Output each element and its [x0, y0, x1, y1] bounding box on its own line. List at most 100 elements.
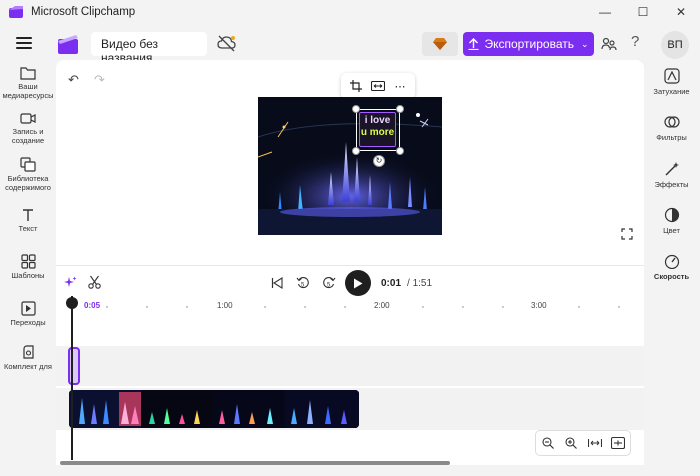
text-icon [23, 209, 33, 221]
close-button[interactable]: ✕ [662, 0, 700, 24]
more-options-icon[interactable]: ⋯ [391, 77, 409, 95]
zoom-controls [535, 430, 631, 456]
chevron-down-icon: ⌄ [581, 38, 589, 49]
right-sidebar: Затухание Фильтры Эффекты Цвет Скорость [643, 60, 700, 300]
timeline-ruler[interactable]: 1:00 2:00 3:00 [56, 298, 644, 314]
window-controls: — ☐ ✕ [586, 0, 700, 24]
sidebar-label-templates: Шаблоны [11, 271, 45, 280]
timeline-view-icon[interactable] [609, 434, 627, 452]
magic-wand-icon [665, 162, 679, 176]
menu-icon[interactable] [16, 37, 32, 49]
window-title: Microsoft Clipchamp [31, 6, 136, 18]
scissors-icon[interactable] [88, 275, 101, 294]
diamond-icon [433, 38, 447, 50]
ruler-tick [422, 306, 424, 308]
ruler-tick [462, 306, 464, 308]
ruler-label-3-00: 3:00 [531, 301, 547, 310]
undo-icon[interactable]: ↶ [68, 72, 79, 88]
upload-icon [468, 38, 479, 50]
title-bar: Microsoft Clipchamp — ☐ ✕ [0, 0, 700, 24]
properties-label-filters: Фильтры [656, 133, 687, 142]
folder-icon [20, 67, 36, 80]
properties-item-filters[interactable]: Фильтры [643, 114, 700, 142]
premium-button[interactable] [422, 32, 458, 56]
video-preview[interactable]: i love u more ↻ [258, 97, 442, 235]
total-time: / 1:51 [407, 277, 433, 289]
sidebar-label-text: Текст [18, 224, 38, 233]
fade-icon [663, 68, 680, 84]
crop-icon[interactable] [347, 77, 365, 95]
sidebar-label-brand-kit: Комплект для [3, 362, 52, 371]
sidebar-item-brand-kit[interactable]: Комплект для [0, 345, 56, 372]
user-avatar[interactable]: ВП [661, 31, 689, 59]
preview-canvas: ↶ ↷ ⋯ i love u more ↻ [56, 60, 644, 265]
properties-item-effects[interactable]: Эффекты [643, 161, 700, 189]
overlay-line-1: i love [364, 115, 391, 126]
fullscreen-icon[interactable] [621, 227, 633, 245]
clipchamp-logo [58, 34, 80, 54]
speed-icon [664, 254, 679, 269]
text-track [56, 346, 644, 386]
sidebar-item-record[interactable]: Запись и создание [0, 112, 56, 145]
minimize-button[interactable]: — [586, 0, 624, 24]
text-clip[interactable] [68, 347, 80, 385]
fit-icon[interactable] [369, 77, 387, 95]
templates-icon [20, 254, 36, 269]
sidebar-item-transitions[interactable]: Переходы [0, 301, 56, 328]
overlay-line-2: u more [360, 127, 395, 138]
properties-item-speed[interactable]: Скорость [643, 253, 700, 281]
ruler-tick [618, 306, 620, 308]
ruler-tick [146, 306, 148, 308]
playhead-line[interactable] [71, 296, 73, 460]
help-icon[interactable]: ? [631, 33, 639, 50]
sidebar-item-media[interactable]: Ваши медиаресурсы [0, 66, 56, 100]
ruler-tick [502, 306, 504, 308]
zoom-in-icon[interactable] [562, 434, 580, 452]
sidebar-label-media: Ваши медиаресурсы [2, 82, 54, 100]
ruler-tick [344, 306, 346, 308]
video-track [56, 388, 644, 430]
rotate-handle-icon[interactable]: ↻ [373, 155, 385, 167]
fountain-frame-image [258, 97, 442, 235]
timeline-scrollbar[interactable] [60, 461, 450, 465]
current-time: 0:01 [381, 277, 402, 289]
sidebar-item-library[interactable]: Библиотека содержимого [0, 157, 56, 192]
text-overlay-selection[interactable]: i love u more [352, 105, 404, 155]
resize-handle-top-right[interactable] [396, 105, 404, 113]
ruler-tick [264, 306, 266, 308]
share-people-icon[interactable] [601, 36, 617, 52]
play-button[interactable] [345, 270, 371, 296]
ruler-tick [304, 306, 306, 308]
rewind-5s-icon[interactable]: 5 [293, 273, 313, 293]
fit-timeline-icon[interactable] [586, 434, 604, 452]
skip-to-start-icon[interactable] [267, 273, 287, 293]
properties-item-color[interactable]: Цвет [643, 207, 700, 235]
ruler-label-1-00: 1:00 [217, 301, 233, 310]
redo-icon[interactable]: ↷ [94, 72, 105, 88]
resize-handle-bottom-left[interactable] [352, 147, 360, 155]
element-toolbar: ⋯ [341, 73, 415, 99]
forward-5s-icon[interactable]: 5 [319, 273, 339, 293]
playback-controls: 5 5 0:01 / 1:51 [267, 268, 432, 298]
project-title-field[interactable]: Видео без названия [91, 32, 207, 65]
sparkle-icon[interactable] [64, 276, 77, 294]
transitions-icon [20, 301, 36, 316]
properties-item-fade[interactable]: Затухание [643, 68, 700, 96]
sidebar-item-text[interactable]: Текст [0, 208, 56, 234]
camera-icon [20, 113, 36, 124]
maximize-button[interactable]: ☐ [624, 0, 662, 24]
playhead-handle[interactable] [66, 297, 78, 309]
video-clip-thumbnails [69, 390, 359, 428]
zoom-out-icon[interactable] [539, 434, 557, 452]
brand-kit-icon [22, 345, 34, 359]
filters-icon [663, 116, 680, 128]
color-icon [664, 207, 679, 223]
sidebar-label-transitions: Переходы [10, 318, 46, 327]
video-clip[interactable] [69, 390, 359, 428]
timeline-panel: 5 5 0:01 / 1:51 1:00 2:00 3:00 0:05 [56, 265, 644, 465]
cloud-sync-off-icon[interactable] [217, 34, 237, 52]
export-button[interactable]: Экспортировать ⌄ [463, 32, 594, 56]
resize-handle-bottom-right[interactable] [396, 147, 404, 155]
resize-handle-top-left[interactable] [352, 105, 360, 113]
sidebar-item-templates[interactable]: Шаблоны [0, 254, 56, 281]
